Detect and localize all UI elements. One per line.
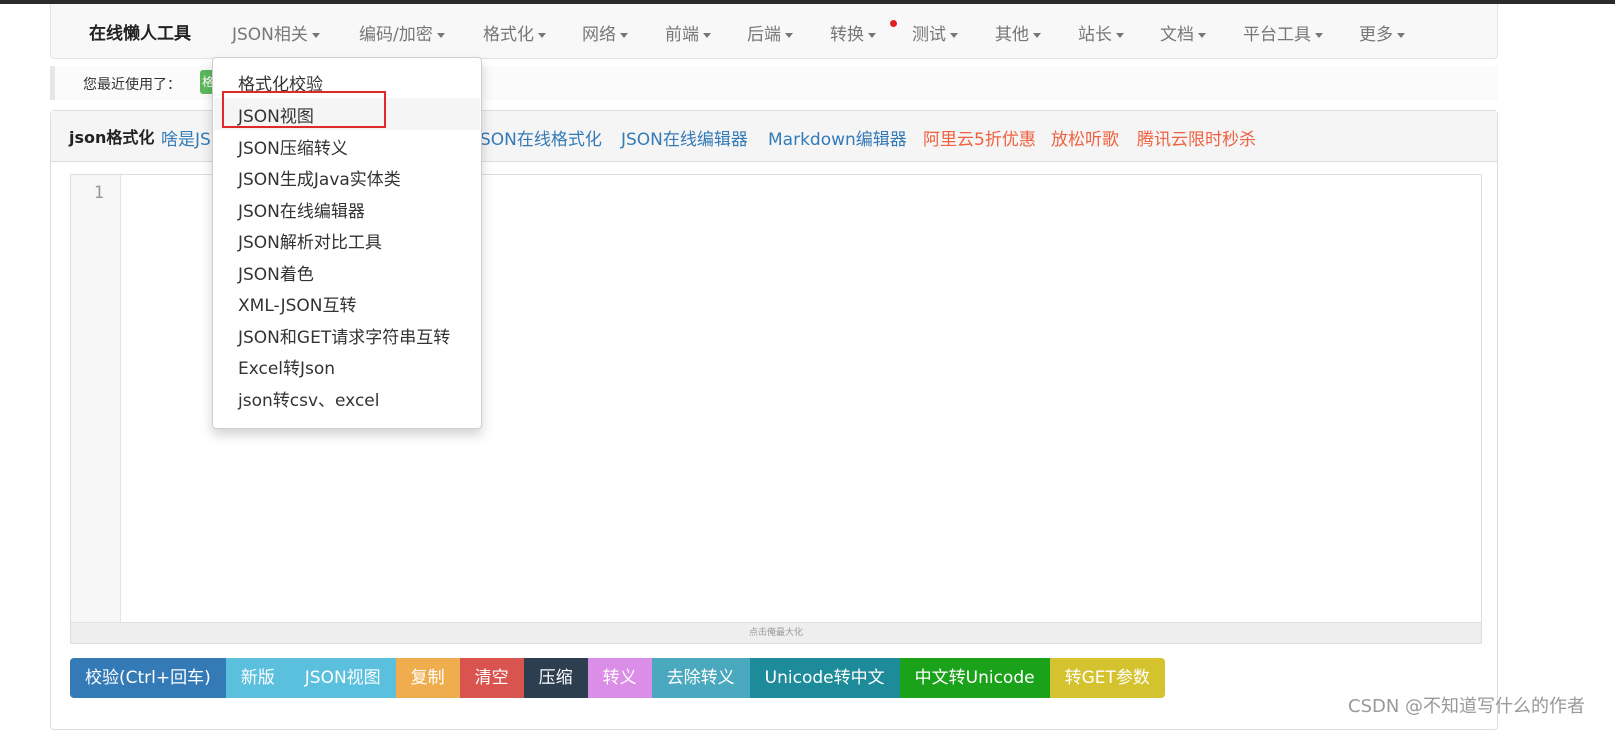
copy-button[interactable]: 复制 (395, 658, 460, 698)
line-number-gutter: 1 (71, 175, 121, 623)
nav-webmaster[interactable]: 站长 (1078, 20, 1124, 45)
nav-more[interactable]: 更多 (1359, 20, 1405, 45)
top-navbar: 在线懒人工具 JSON相关 编码/加密 格式化 网络 前端 后端 转换 测试 其… (50, 4, 1498, 59)
nav-encode[interactable]: 编码/加密 (359, 20, 445, 45)
chinese-to-unicode-button[interactable]: 中文转Unicode (899, 658, 1050, 698)
unescape-button[interactable]: 去除转义 (651, 658, 750, 698)
caret-down-icon (703, 32, 711, 38)
caret-down-icon (1116, 32, 1124, 38)
nav-format[interactable]: 格式化 (483, 20, 546, 45)
nav-test[interactable]: 测试 (912, 20, 958, 45)
nav-network[interactable]: 网络 (582, 20, 628, 45)
caret-down-icon (538, 32, 546, 38)
caret-down-icon (785, 32, 793, 38)
nav-json[interactable]: JSON相关 (232, 20, 320, 45)
menu-item-json-highlight[interactable]: JSON着色 (238, 260, 314, 285)
link-tencent-promo[interactable]: 腾讯云限时秒杀 (1137, 125, 1256, 150)
brand-link[interactable]: 在线懒人工具 (89, 19, 191, 44)
action-buttons: 校验(Ctrl+回车) 新版 JSON视图 复制 清空 压缩 转义 去除转义 U… (70, 658, 1165, 698)
menu-item-json-compare[interactable]: JSON解析对比工具 (238, 228, 382, 253)
validate-button[interactable]: 校验(Ctrl+回车) (70, 658, 226, 698)
caret-down-icon (1315, 32, 1323, 38)
unicode-to-chinese-button[interactable]: Unicode转中文 (749, 658, 900, 698)
menu-item-excel-to-json[interactable]: Excel转Json (238, 354, 335, 379)
link-what-is-json[interactable]: 啥是JS (161, 125, 211, 150)
line-number: 1 (93, 183, 104, 203)
nav-platform-tools[interactable]: 平台工具 (1243, 20, 1323, 45)
nav-backend[interactable]: 后端 (747, 20, 793, 45)
maximize-bar[interactable]: 点击俺最大化 (71, 622, 1481, 643)
new-badge-dot (890, 20, 897, 27)
caret-down-icon (620, 32, 628, 38)
page-title: json格式化 (69, 128, 155, 147)
nav-other[interactable]: 其他 (995, 20, 1041, 45)
caret-down-icon (1033, 32, 1041, 38)
annotation-highlight-box (222, 91, 386, 128)
link-json-online-format[interactable]: JSON在线格式化 (475, 125, 602, 150)
clear-button[interactable]: 清空 (459, 658, 524, 698)
caret-down-icon (436, 32, 445, 38)
compress-button[interactable]: 压缩 (523, 658, 588, 698)
menu-item-json-online-editor[interactable]: JSON在线编辑器 (238, 197, 365, 222)
link-music[interactable]: 放松听歌 (1051, 125, 1119, 150)
link-aliyun-promo[interactable]: 阿里云5折优惠 (923, 125, 1036, 150)
to-get-params-button[interactable]: 转GET参数 (1049, 658, 1165, 698)
csdn-watermark: CSDN @不知道写什么的作者 (1348, 696, 1586, 717)
caret-down-icon (950, 32, 958, 38)
menu-item-xml-json[interactable]: XML-JSON互转 (238, 291, 356, 316)
escape-button[interactable]: 转义 (587, 658, 652, 698)
link-markdown-editor[interactable]: Markdown编辑器 (768, 125, 907, 150)
recent-label: 您最近使用了： (83, 77, 181, 93)
nav-docs[interactable]: 文档 (1160, 20, 1206, 45)
menu-item-json-get-string[interactable]: JSON和GET请求字符串互转 (238, 323, 450, 348)
nav-frontend[interactable]: 前端 (665, 20, 711, 45)
link-json-online-editor[interactable]: JSON在线编辑器 (621, 125, 748, 150)
nav-convert[interactable]: 转换 (830, 20, 876, 45)
caret-down-icon (311, 32, 320, 38)
caret-down-icon (868, 32, 876, 38)
new-version-button[interactable]: 新版 (225, 658, 290, 698)
caret-down-icon (1397, 32, 1405, 38)
menu-item-json-to-csv[interactable]: json转csv、excel (238, 386, 379, 411)
caret-down-icon (1198, 32, 1206, 38)
menu-item-json-compress-escape[interactable]: JSON压缩转义 (238, 134, 348, 159)
json-view-button[interactable]: JSON视图 (289, 658, 396, 698)
menu-item-json-to-java[interactable]: JSON生成Java实体类 (238, 165, 401, 190)
